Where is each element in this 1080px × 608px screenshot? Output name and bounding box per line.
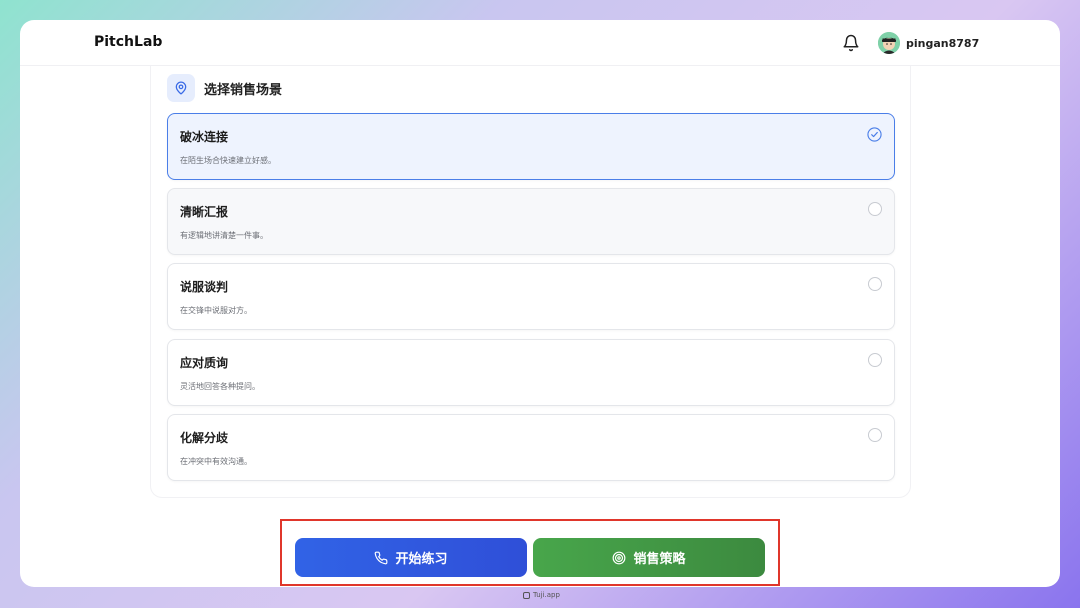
- start-practice-label: 开始练习: [395, 552, 448, 567]
- scenario-title: 说服谈判: [180, 280, 229, 294]
- scenario-desc: 在交锋中说服对方。: [180, 306, 252, 315]
- username: pingan8787: [906, 36, 980, 50]
- scenario-panel: 选择销售场景 破冰连接 在陌生场合快速建立好感。 清晰汇报 有逻辑地讲清楚一件事…: [150, 66, 911, 498]
- scenario-title: 破冰连接: [180, 130, 229, 144]
- scenario-card-negotiation[interactable]: 说服谈判 在交锋中说服对方。: [167, 263, 895, 330]
- action-buttons-highlight: 开始练习 销售策略: [280, 519, 780, 586]
- scenario-title: 化解分歧: [180, 431, 229, 445]
- bell-icon[interactable]: [842, 34, 860, 52]
- section-title: 选择销售场景: [204, 82, 283, 98]
- watermark-text: Tuji.app: [533, 591, 560, 599]
- scenario-card-icebreaker[interactable]: 破冰连接 在陌生场合快速建立好感。: [167, 113, 895, 180]
- scenario-desc: 在陌生场合快速建立好感。: [180, 156, 276, 165]
- location-pin-icon: [167, 74, 195, 102]
- phone-icon: [375, 551, 388, 564]
- scenario-card-report[interactable]: 清晰汇报 有逻辑地讲清楚一件事。: [167, 188, 895, 255]
- scenario-title: 应对质询: [180, 356, 229, 370]
- scenario-title: 清晰汇报: [180, 205, 229, 219]
- radio-circle: [868, 353, 882, 367]
- start-practice-button[interactable]: 开始练习: [295, 538, 527, 577]
- sales-strategy-label: 销售策略: [633, 552, 686, 567]
- scenario-card-disagreement[interactable]: 化解分歧 在冲突中有效沟通。: [167, 414, 895, 481]
- top-bar: PitchLab pingan8787: [20, 20, 1060, 66]
- app-logo[interactable]: PitchLab: [94, 34, 162, 50]
- section-header: 选择销售场景: [167, 74, 282, 102]
- radio-circle: [868, 202, 882, 216]
- radio-circle: [868, 428, 882, 442]
- radio-circle: [868, 277, 882, 291]
- scenario-desc: 灵活地回答各种提问。: [180, 382, 260, 391]
- scenario-card-questioning[interactable]: 应对质询 灵活地回答各种提问。: [167, 339, 895, 406]
- logo-square-icon: [523, 591, 530, 599]
- user-menu[interactable]: pingan8787: [878, 31, 979, 55]
- check-circle-icon: [867, 127, 882, 142]
- app-window: PitchLab pingan8787 选择销售场景 破冰连接 在陌生场合快速建…: [20, 20, 1060, 587]
- scenario-desc: 有逻辑地讲清楚一件事。: [180, 231, 268, 240]
- target-icon: [613, 551, 626, 564]
- scenario-desc: 在冲突中有效沟通。: [180, 457, 252, 466]
- avatar: [878, 32, 900, 54]
- sales-strategy-button[interactable]: 销售策略: [533, 538, 765, 577]
- watermark: Tuji.app: [523, 591, 560, 599]
